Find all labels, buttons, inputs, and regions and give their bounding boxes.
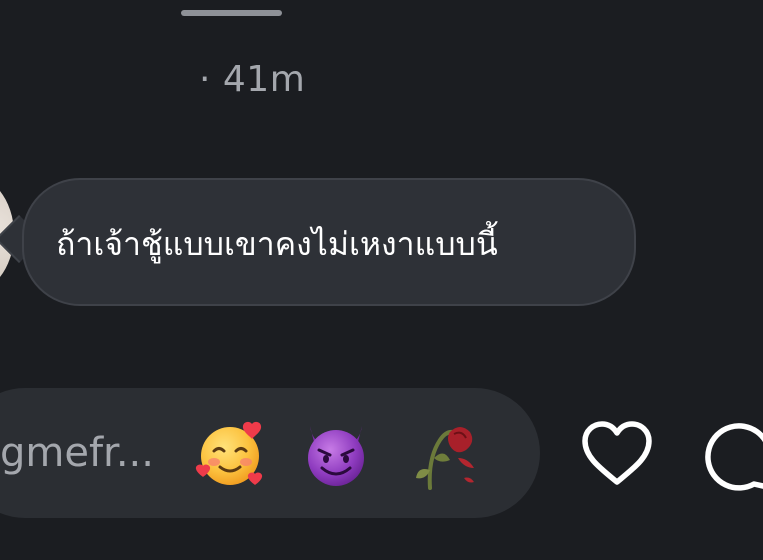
reply-placeholder: gmefr...: [0, 430, 154, 476]
heart-icon[interactable]: [580, 420, 654, 486]
smiling-face-with-horns-icon[interactable]: [300, 418, 372, 490]
drag-handle[interactable]: [181, 10, 282, 16]
wilted-flower-icon[interactable]: [406, 418, 478, 490]
message-text: ถ้าเจ้าชู้แบบเขาคงไม่เหงาแบบนี้: [56, 225, 498, 263]
story-viewer: · 41m ถ้าเจ้าชู้แบบเขาคงไม่เหงาแบบนี้ gm…: [0, 0, 763, 560]
comment-icon[interactable]: [702, 418, 763, 492]
story-timestamp: · 41m: [199, 59, 306, 100]
smiling-face-with-hearts-icon[interactable]: [194, 418, 266, 490]
